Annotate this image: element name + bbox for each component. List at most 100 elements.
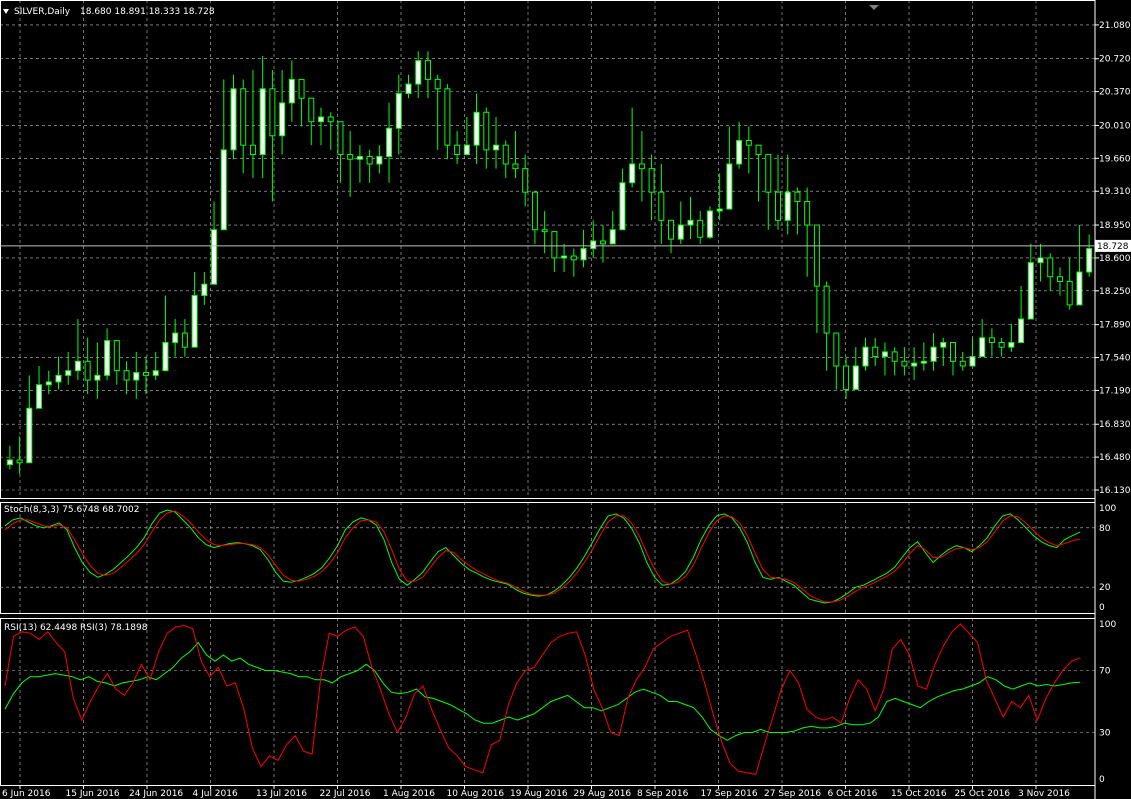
candle-body (998, 341, 1005, 348)
candle-body (570, 255, 577, 261)
candle-body (512, 163, 519, 170)
candle-body (65, 370, 72, 376)
candle-body (298, 78, 305, 99)
candle-body (881, 351, 888, 358)
candle-body (463, 144, 470, 156)
candle-body (706, 210, 713, 238)
candle-body (784, 191, 791, 221)
candle-body (638, 163, 645, 170)
candle-body (152, 370, 159, 376)
rsi-label: RSI(13) 62.4498 RSI(3) 78.1898 (4, 623, 148, 633)
candle-body (142, 372, 149, 376)
indicator-tick-label: 80 (1099, 524, 1111, 534)
candle-body (502, 144, 509, 165)
candle-body (133, 372, 140, 381)
date-tick-label: 15 Jun 2016 (66, 789, 120, 799)
candle-body (522, 168, 529, 193)
indicator-tick-label: 70 (1099, 667, 1111, 677)
candle-body (969, 356, 976, 367)
current-price-label: 18.728 (1097, 242, 1129, 252)
candle-body (74, 360, 81, 372)
candle-body (843, 365, 850, 390)
panel-frame (0, 618, 1096, 786)
candle-body (911, 362, 918, 367)
candle-body (211, 229, 218, 285)
date-tick-label: 8 Sep 2016 (637, 789, 689, 799)
scroll-marker-icon[interactable] (869, 5, 879, 10)
candle-body (366, 155, 373, 165)
price-tick-label: 16.480 (1099, 453, 1131, 463)
candle-body (979, 337, 986, 358)
candle-body (444, 88, 451, 146)
indicator-line (4, 510, 1081, 603)
candle-body (930, 346, 937, 362)
candle-body (230, 88, 237, 151)
grid-lines (0, 0, 1095, 785)
candle-body (347, 154, 354, 160)
candle-body (1047, 257, 1054, 278)
price-tick-label: 17.890 (1099, 321, 1131, 331)
candle-body (590, 240, 597, 250)
stochastic-panel: 100 80 20 0 (0, 504, 1116, 613)
candle-body (162, 341, 169, 372)
date-tick-label: 15 Oct 2016 (891, 789, 947, 799)
date-tick-label: 17 Sep 2016 (701, 789, 758, 799)
candle-body (386, 127, 393, 157)
candle-body (619, 182, 626, 231)
date-tick-label: 29 Aug 2016 (574, 789, 632, 799)
panel-frames (0, 0, 1096, 799)
candle-body (1066, 280, 1073, 306)
candle-body (376, 155, 383, 165)
candle-body (493, 144, 500, 151)
time-axis: 6 Jun 2016 15 Jun 2016 24 Jun 2016 4 Jul 20… (2, 785, 1070, 799)
candle-body (1018, 318, 1025, 343)
candle-body (755, 144, 762, 156)
candle-body (16, 459, 23, 464)
stoch-label: Stoch(8,3,3) 75.6748 68.7002 (4, 505, 139, 515)
candle-body (677, 224, 684, 240)
symbol-label: SILVER,Daily (14, 7, 71, 17)
indicator-line (4, 641, 1081, 741)
candle-body (599, 240, 606, 245)
candle-body (337, 121, 344, 156)
candle-body (473, 111, 480, 146)
date-tick-label: 6 Oct 2016 (828, 789, 878, 799)
candle-body (220, 149, 227, 231)
candle-body (580, 248, 587, 261)
candle-body (531, 191, 538, 231)
candle-body (668, 219, 675, 240)
candle-body (950, 341, 957, 362)
candle-body (113, 340, 120, 372)
indicator-tick-label: 0 (1099, 603, 1105, 613)
candle-body (862, 346, 869, 367)
indicator-tick-label: 0 (1099, 775, 1105, 785)
date-tick-label: 24 Jun 2016 (129, 789, 183, 799)
candle-body (959, 360, 966, 367)
candle-body (804, 201, 811, 226)
candle-body (940, 341, 947, 348)
candle-body (736, 139, 743, 165)
candle-body (716, 208, 723, 212)
candle-body (6, 459, 13, 466)
candle-body (774, 191, 781, 221)
candle-body (191, 295, 198, 348)
candle-body (745, 139, 752, 146)
candle-body (269, 88, 276, 137)
candle-body (726, 163, 733, 210)
candle-body (1008, 341, 1015, 348)
price-tick-label: 17.190 (1099, 386, 1131, 396)
date-tick-label: 25 Oct 2016 (955, 789, 1011, 799)
candle-body (765, 154, 772, 193)
candle-body (1086, 248, 1093, 273)
date-tick-label: 1 Aug 2016 (383, 789, 435, 799)
candle-body (249, 144, 256, 156)
candle-body (94, 374, 101, 381)
price-tick-label: 18.950 (1099, 221, 1131, 231)
candle-body (36, 384, 43, 409)
candle-body (240, 88, 247, 146)
triangle-down-icon[interactable] (3, 9, 9, 14)
candle-body (26, 407, 33, 464)
candle-body (1076, 271, 1083, 306)
price-chart[interactable]: 100 80 20 0 100 70 30 0 21.080 20.720 20.370 20.0… (0, 0, 1131, 799)
candle-body (483, 111, 490, 151)
